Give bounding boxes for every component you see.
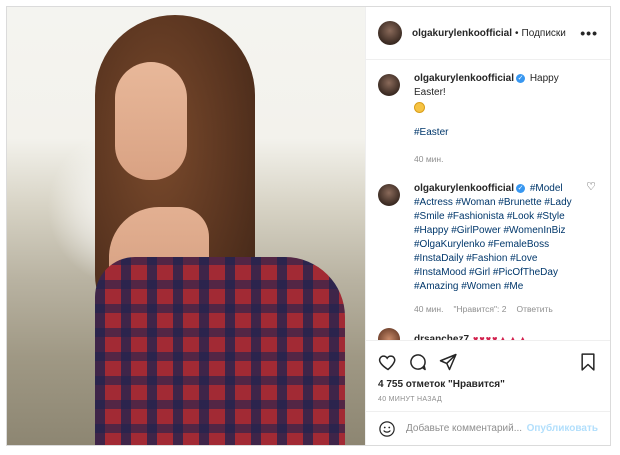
- post-photo[interactable]: [7, 7, 365, 445]
- avatar[interactable]: [378, 184, 400, 207]
- more-options-icon[interactable]: •••: [580, 25, 598, 41]
- header-separator: •: [515, 27, 519, 39]
- comment-likes[interactable]: "Нравится": 2: [453, 302, 506, 316]
- likes-count[interactable]: 4 755 отметок "Нравится": [378, 379, 598, 390]
- add-comment-bar: Опубликовать: [366, 411, 610, 445]
- caption: olgakurylenkoofficial ✓ Happy Easter! #Ea…: [366, 60, 610, 166]
- comment-item: drsanchez7 ♥♥♥♥▲▲▲: [366, 316, 610, 340]
- bookmark-icon[interactable]: [578, 352, 598, 372]
- comment-input[interactable]: [406, 423, 526, 434]
- avatar[interactable]: [378, 328, 400, 340]
- comment-username[interactable]: olgakurylenkoofficial: [414, 183, 514, 194]
- comment-icon[interactable]: [408, 352, 428, 372]
- photo-plaid-shirt: [95, 257, 345, 445]
- post-header: olgakurylenkoofficial • Подписки •••: [366, 7, 610, 60]
- comment-time[interactable]: 40 мин.: [414, 302, 443, 316]
- comments-list[interactable]: olgakurylenkoofficial ✓ Happy Easter! #Ea…: [366, 60, 610, 340]
- photo-face: [115, 62, 187, 180]
- avatar[interactable]: [378, 74, 400, 96]
- caption-username[interactable]: olgakurylenkoofficial: [414, 73, 514, 84]
- comment-hashtags[interactable]: #Model #Actress #Woman #Brunette #Lady #…: [414, 183, 572, 292]
- post-dialog: olgakurylenkoofficial • Подписки ••• olg…: [6, 6, 611, 446]
- caption-hashtag[interactable]: #Easter: [414, 127, 448, 138]
- smile-icon[interactable]: [378, 420, 396, 438]
- following-button[interactable]: Подписки: [522, 28, 566, 39]
- reply-button[interactable]: Ответить: [516, 302, 552, 316]
- heart-icon[interactable]: [378, 352, 398, 372]
- share-icon[interactable]: [438, 352, 458, 372]
- comment-item: olgakurylenkoofficial ✓ #Model #Actress #…: [366, 166, 610, 316]
- comment-heart-icon[interactable]: ♡: [586, 180, 596, 193]
- post-time-ago[interactable]: 40 МИНУТ НАЗАД: [378, 396, 598, 403]
- publish-button[interactable]: Опубликовать: [527, 423, 598, 434]
- post-sidebar: olgakurylenkoofficial • Подписки ••• olg…: [365, 7, 610, 445]
- smile-emoji-icon: [414, 102, 425, 113]
- header-username[interactable]: olgakurylenkoofficial: [412, 28, 512, 39]
- post-actions: 4 755 отметок "Нравится" 40 МИНУТ НАЗАД: [366, 340, 610, 403]
- verified-badge-icon: ✓: [516, 73, 526, 83]
- avatar[interactable]: [378, 21, 402, 45]
- verified-badge-icon: ✓: [516, 184, 526, 193]
- caption-time[interactable]: 40 мин.: [414, 152, 443, 166]
